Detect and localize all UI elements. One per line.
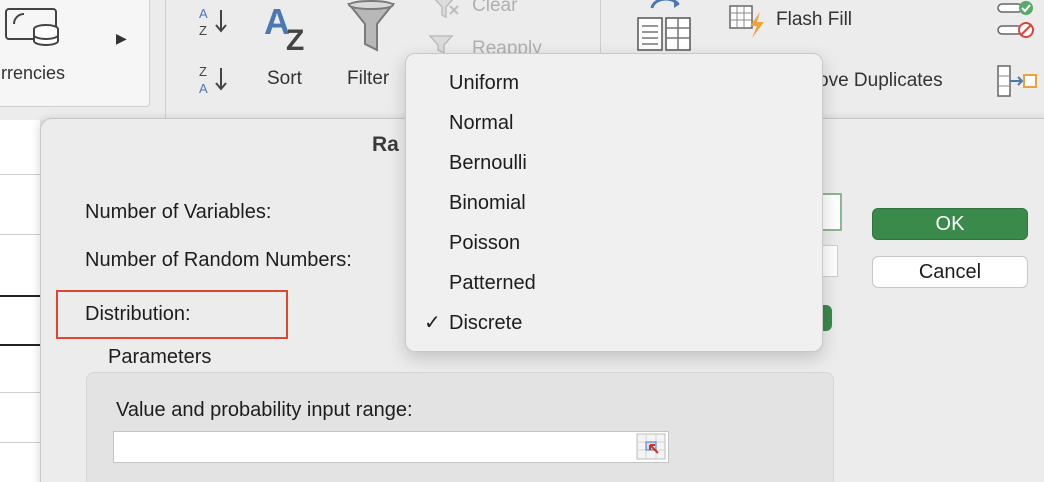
menu-item-label: Binomial bbox=[449, 192, 526, 214]
clear-filter-icon[interactable] bbox=[432, 0, 462, 20]
svg-text:A: A bbox=[199, 6, 208, 21]
menu-item-label: Normal bbox=[449, 112, 514, 134]
sort-button[interactable]: Sort bbox=[267, 68, 302, 90]
filter-funnel-icon[interactable] bbox=[345, 0, 399, 56]
distribution-dropdown-menu: Uniform Normal Bernoulli Binomial Poisso… bbox=[405, 53, 823, 352]
row-divider bbox=[0, 295, 40, 297]
currencies-icon bbox=[5, 8, 59, 46]
svg-text:Z: Z bbox=[199, 23, 207, 38]
menu-item-normal[interactable]: Normal bbox=[406, 104, 822, 142]
menu-item-label: Poisson bbox=[449, 232, 521, 254]
row-divider bbox=[0, 344, 40, 346]
dialog-title: Ra bbox=[372, 133, 399, 156]
row-divider bbox=[0, 442, 40, 443]
clear-button[interactable]: Clear bbox=[472, 0, 517, 17]
menu-item-label: Discrete bbox=[449, 312, 523, 334]
number-of-variables-label: Number of Variables: bbox=[85, 201, 272, 223]
row-divider bbox=[0, 174, 40, 175]
menu-item-label: Uniform bbox=[449, 72, 520, 94]
menu-item-discrete[interactable]: ✓ Discrete bbox=[406, 304, 822, 342]
flash-fill-button[interactable]: Flash Fill bbox=[776, 9, 852, 31]
menu-item-uniform[interactable]: Uniform bbox=[406, 64, 822, 102]
svg-text:Z: Z bbox=[286, 24, 304, 54]
sort-ascending-icon[interactable]: A Z bbox=[197, 4, 233, 40]
ribbon-separator bbox=[165, 0, 166, 118]
sort-az-icon[interactable]: A Z bbox=[262, 2, 318, 54]
menu-item-poisson[interactable]: Poisson bbox=[406, 224, 822, 262]
cancel-button[interactable]: Cancel bbox=[872, 256, 1028, 288]
consolidate-icon[interactable] bbox=[996, 64, 1038, 100]
svg-text:A: A bbox=[199, 81, 208, 96]
menu-item-label: Bernoulli bbox=[449, 152, 527, 174]
menu-item-binomial[interactable]: Binomial bbox=[406, 184, 822, 222]
number-of-random-numbers-label: Number of Random Numbers: bbox=[85, 249, 352, 271]
currencies-button[interactable]: ▶ urrencies bbox=[0, 0, 150, 107]
parameters-group bbox=[86, 372, 834, 482]
reapply-filter-icon[interactable] bbox=[428, 34, 458, 54]
menu-item-bernoulli[interactable]: Bernoulli bbox=[406, 144, 822, 182]
remove-duplicates-button[interactable]: ove Duplicates bbox=[818, 70, 943, 92]
range-select-icon[interactable] bbox=[636, 433, 666, 460]
text-to-columns-icon[interactable] bbox=[632, 0, 694, 52]
parameters-label: Parameters bbox=[108, 346, 212, 368]
ok-button[interactable]: OK bbox=[872, 208, 1028, 240]
flash-fill-icon[interactable] bbox=[728, 4, 768, 40]
svg-text:Z: Z bbox=[199, 64, 207, 79]
filter-button[interactable]: Filter bbox=[347, 68, 389, 90]
menu-item-patterned[interactable]: Patterned bbox=[406, 264, 822, 302]
value-range-input[interactable] bbox=[113, 431, 669, 463]
menu-item-label: Patterned bbox=[449, 272, 536, 294]
checkmark-icon: ✓ bbox=[424, 312, 441, 334]
sort-descending-icon[interactable]: Z A bbox=[197, 62, 233, 98]
currencies-label: urrencies bbox=[0, 63, 66, 83]
row-divider bbox=[0, 392, 40, 393]
row-divider bbox=[0, 234, 40, 235]
distribution-label: Distribution: bbox=[85, 303, 191, 325]
data-validation-icon[interactable] bbox=[996, 0, 1038, 42]
value-range-label: Value and probability input range: bbox=[116, 399, 413, 421]
expand-arrow-icon[interactable]: ▶ bbox=[116, 30, 127, 47]
worksheet-area[interactable] bbox=[0, 120, 40, 482]
